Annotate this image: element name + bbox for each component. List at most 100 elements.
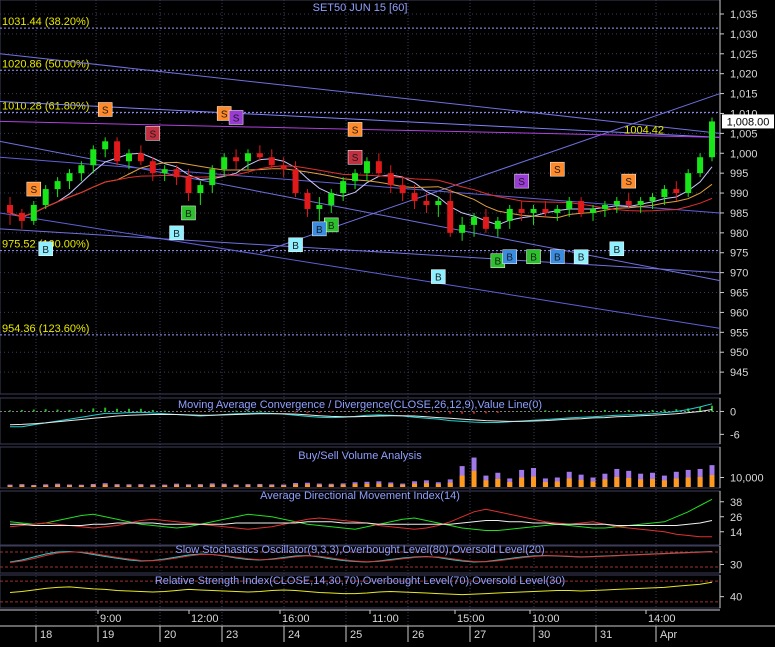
- volume-bar-part: [102, 484, 108, 487]
- candle-body: [340, 181, 347, 194]
- volume-bar-part: [55, 485, 61, 487]
- candle-body: [637, 201, 644, 205]
- candle-body: [447, 201, 454, 233]
- candle-body: [102, 141, 109, 150]
- fib-level-label: 1020.86 (50.00%): [2, 58, 89, 70]
- price-tick-label: 1,020: [730, 69, 758, 81]
- volume-bar-part: [66, 485, 72, 487]
- candle-body: [375, 161, 382, 174]
- volume-bar-part: [352, 484, 358, 487]
- volume-bar-part: [90, 485, 96, 487]
- price-tick-label: 1,030: [730, 29, 758, 41]
- volume-bar-part: [281, 485, 287, 487]
- stochastic-tick-label: 30: [730, 560, 742, 572]
- candle-body: [625, 201, 632, 205]
- last-price-label: 1,008.00: [727, 116, 770, 128]
- volume-bar-part: [495, 478, 501, 487]
- volume-bar-part: [685, 477, 691, 487]
- candle-body: [685, 173, 692, 194]
- volume-bar-part: [19, 485, 25, 487]
- volume-bar-part: [340, 484, 346, 487]
- candle-body: [78, 165, 85, 174]
- volume-bar-part: [138, 485, 144, 487]
- candle-body: [197, 185, 204, 194]
- volume-bar-part: [435, 484, 441, 487]
- volume-bar-part: [483, 480, 489, 487]
- candle-body: [268, 157, 275, 166]
- date-label: 31: [600, 629, 612, 641]
- volume-bar-part: [697, 477, 703, 487]
- volume-bar-part: [578, 479, 584, 487]
- volume-bar-part: [554, 481, 560, 487]
- rsi-tick-label: 40: [730, 592, 742, 604]
- volume-bar-part: [185, 485, 191, 487]
- adx-title: Average Directional Movement Index(14): [260, 490, 460, 502]
- candle-body: [613, 201, 620, 205]
- candle-body: [125, 153, 132, 162]
- volume-bar-part: [542, 482, 548, 487]
- candle-body: [316, 204, 323, 209]
- stochastic-title: Slow Stochastics Oscillator(9,3,3),Overb…: [175, 544, 544, 556]
- volume-bar-part: [602, 479, 608, 487]
- maroon-signal-marker-label: S: [352, 153, 359, 164]
- sell-signal-marker-label: S: [102, 105, 109, 116]
- price-tick-label: 975: [730, 248, 748, 260]
- candle-body: [482, 216, 489, 229]
- price-chart-title: SET50 JUN 15 [60]: [313, 2, 408, 14]
- volume-bar-part: [614, 477, 620, 487]
- candle-body: [54, 181, 61, 190]
- candle-body: [530, 208, 537, 213]
- volume-bar-part: [316, 484, 322, 487]
- price-tick-label: 1,000: [730, 148, 758, 160]
- price-tick-label: 1,035: [730, 9, 758, 21]
- date-label: 23: [226, 629, 238, 641]
- volume-bar-part: [626, 477, 632, 487]
- candle-body: [673, 189, 680, 194]
- price-tick-label: 970: [730, 268, 748, 280]
- candle-body: [435, 201, 442, 205]
- adx-tick-label: 14: [730, 527, 742, 539]
- volume-bar-part: [673, 478, 679, 487]
- volume-bar-part: [293, 484, 299, 487]
- candle-body: [459, 224, 466, 233]
- candle-body: [387, 173, 394, 186]
- date-label: 19: [102, 629, 114, 641]
- adx-tick-label: 26: [730, 512, 742, 524]
- volume-bar-part: [126, 485, 132, 487]
- macd-title: Moving Average Convergence / Divergence(…: [178, 399, 542, 411]
- candle-body: [114, 141, 121, 162]
- date-label: 18: [40, 629, 52, 641]
- candle-body: [18, 212, 25, 221]
- price-tick-label: 945: [730, 367, 748, 379]
- candle-body: [590, 208, 597, 213]
- sell-signal-marker-label: S: [221, 109, 228, 120]
- candle-body: [352, 173, 359, 182]
- volume-bar-part: [531, 476, 537, 487]
- candle-body: [30, 204, 37, 221]
- candle-body: [7, 204, 13, 213]
- candle-body: [221, 157, 228, 170]
- volume-bar-part: [590, 481, 596, 487]
- volume-bar-part: [328, 485, 334, 487]
- candle-body: [697, 157, 704, 174]
- candle-body: [506, 208, 513, 221]
- volume-bar-part: [650, 478, 656, 487]
- sell-signal-marker-label: S: [554, 165, 561, 176]
- volume-bar-part: [31, 485, 37, 487]
- candle-body: [399, 185, 406, 194]
- cyan-signal-marker-label: B: [42, 245, 49, 256]
- candle-body: [292, 169, 299, 194]
- moving-average-1: [9, 161, 713, 219]
- trend-line-5: [0, 156, 721, 214]
- price-tick-label: 980: [730, 228, 748, 240]
- volume-bar-part: [412, 483, 418, 487]
- time-label: 11:00: [372, 613, 399, 625]
- fib-level-label: 1031.44 (38.20%): [2, 16, 89, 28]
- price-tick-label: 995: [730, 168, 748, 180]
- volume-bar-part: [257, 485, 263, 487]
- price-tick-label: 955: [730, 327, 748, 339]
- blue-signal-marker-label: B: [316, 225, 323, 236]
- time-label: 12:00: [191, 613, 219, 625]
- trend-line-2: [0, 212, 721, 329]
- blue-signal-marker-label: B: [506, 253, 513, 264]
